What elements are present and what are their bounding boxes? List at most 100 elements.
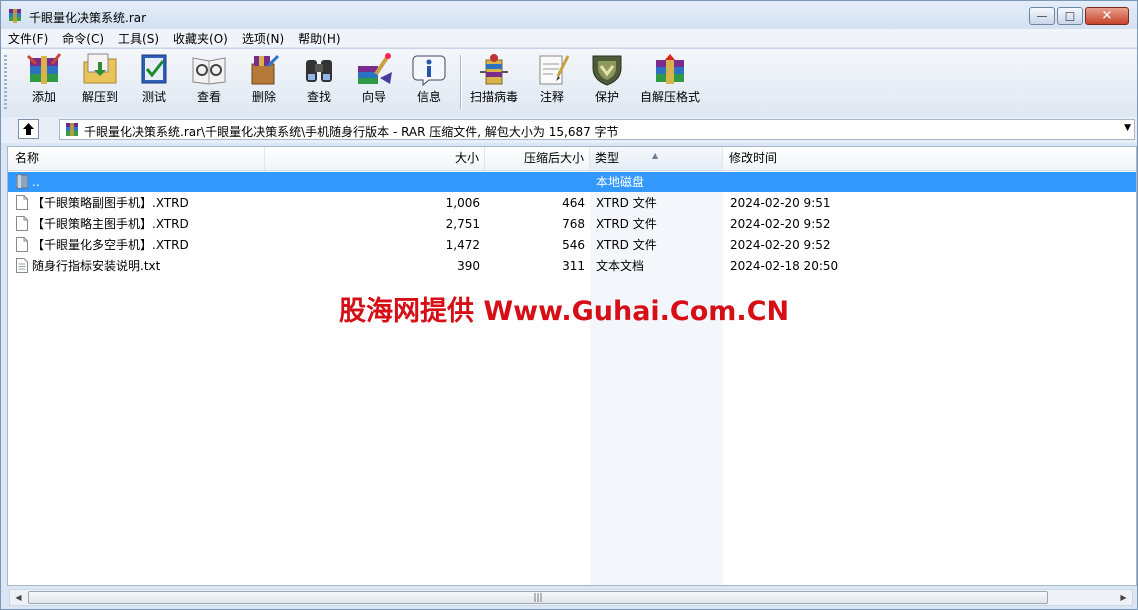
- row-modified: 2024-02-20 9:52: [730, 217, 831, 231]
- row-name: 随身行指标安装说明.txt: [32, 259, 161, 273]
- arrow-left-icon: ◀: [15, 593, 22, 602]
- menu-tools[interactable]: 工具(S): [111, 30, 166, 47]
- column-type[interactable]: 类型 ▲: [590, 147, 723, 170]
- text-file-icon: [16, 258, 28, 273]
- dropdown-arrow-icon[interactable]: ▼: [1124, 123, 1131, 133]
- delete-icon: [251, 54, 280, 85]
- close-button[interactable]: ✕: [1085, 7, 1129, 25]
- row-size: [265, 172, 480, 192]
- menu-bar: 文件(F) 命令(C) 工具(S) 收藏夹(O) 选项(N) 帮助(H): [1, 29, 1137, 47]
- add-label: 添加: [31, 90, 56, 104]
- row-packed: 464: [562, 196, 585, 210]
- menu-file[interactable]: 文件(F): [1, 30, 55, 47]
- address-bar: 千眼量化决策系统.rar\千眼量化决策系统\手机随身行版本 - RAR 压缩文件…: [1, 117, 1137, 143]
- title-bar[interactable]: 千眼量化决策系统.rar — □ ✕: [1, 1, 1137, 31]
- info-label: 信息: [416, 90, 441, 104]
- comment-label: 注释: [539, 90, 564, 104]
- table-row[interactable]: 【千眼策略副图手机】.XTRD 1,006 464 XTRD 文件 2024-0…: [8, 193, 1136, 213]
- column-size[interactable]: 大小: [265, 147, 485, 170]
- view-button[interactable]: 查看: [182, 52, 236, 112]
- row-modified: 2024-02-18 20:50: [730, 259, 839, 273]
- comment-icon: [539, 55, 570, 85]
- row-type: 文本文档: [596, 259, 645, 273]
- protect-label: 保护: [594, 90, 619, 104]
- row-size: 1,006: [445, 196, 480, 210]
- winrar-window: 千眼量化决策系统.rar — □ ✕ 文件(F) 命令(C) 工具(S) 收藏夹…: [0, 0, 1138, 610]
- row-packed: [485, 172, 585, 192]
- rar-archive-icon: [66, 123, 78, 136]
- toolbar-grip[interactable]: [4, 55, 7, 109]
- minimize-icon: —: [1036, 9, 1048, 23]
- winrar-app-icon: [9, 9, 21, 23]
- add-archive-icon: [26, 53, 62, 84]
- file-icon: [16, 195, 28, 210]
- maximize-button[interactable]: □: [1057, 7, 1083, 25]
- test-icon: [141, 54, 167, 84]
- row-modified: 2024-02-20 9:52: [730, 238, 831, 252]
- wizard-label: 向导: [361, 90, 386, 104]
- scroll-right-button[interactable]: ▶: [1115, 590, 1132, 605]
- test-button[interactable]: 测试: [127, 52, 181, 112]
- extract-to-label: 解压到: [81, 90, 118, 104]
- view-icon: [192, 57, 226, 85]
- menu-help[interactable]: 帮助(H): [291, 30, 347, 47]
- sfx-label: 自解压格式: [639, 90, 700, 104]
- row-size: 1,472: [445, 238, 480, 252]
- virus-scan-icon: [480, 54, 508, 85]
- row-name: ..: [32, 175, 40, 189]
- column-name[interactable]: 名称: [8, 147, 265, 170]
- virus-scan-button[interactable]: 扫描病毒: [467, 52, 521, 112]
- sort-ascending-icon: ▲: [652, 151, 659, 160]
- column-modified[interactable]: 修改时间: [723, 147, 1136, 170]
- row-name: 【千眼策略副图手机】.XTRD: [32, 196, 189, 210]
- extract-to-button[interactable]: 解压到: [73, 52, 127, 112]
- protect-button[interactable]: 保护: [580, 52, 634, 112]
- extract-to-icon: [83, 53, 117, 84]
- up-folder-button[interactable]: [18, 119, 39, 139]
- toolbar-separator: [460, 55, 462, 109]
- row-packed: 768: [562, 217, 585, 231]
- close-icon: ✕: [1101, 8, 1113, 24]
- info-button[interactable]: 信息: [402, 52, 456, 112]
- sfx-button[interactable]: 自解压格式: [635, 52, 705, 112]
- wizard-button[interactable]: 向导: [347, 52, 401, 112]
- grip-icon: |||: [533, 593, 543, 603]
- row-modified: 2024-02-20 9:51: [730, 196, 831, 210]
- menu-favorites[interactable]: 收藏夹(O): [166, 30, 235, 47]
- table-row[interactable]: 【千眼量化多空手机】.XTRD 1,472 546 XTRD 文件 2024-0…: [8, 235, 1136, 255]
- file-icon: [16, 237, 28, 252]
- window-controls: — □ ✕: [1027, 7, 1129, 25]
- up-folder-icon: [23, 123, 34, 135]
- info-icon: [412, 55, 446, 86]
- row-type: 本地磁盘: [596, 175, 645, 189]
- column-name-label: 名称: [15, 151, 40, 165]
- table-row[interactable]: 【千眼策略主图手机】.XTRD 2,751 768 XTRD 文件 2024-0…: [8, 214, 1136, 234]
- path-combobox[interactable]: 千眼量化决策系统.rar\千眼量化决策系统\手机随身行版本 - RAR 压缩文件…: [59, 119, 1135, 140]
- menu-options[interactable]: 选项(N): [235, 30, 291, 47]
- find-icon: [306, 60, 332, 82]
- row-name: 【千眼策略主图手机】.XTRD: [32, 217, 189, 231]
- horizontal-scrollbar[interactable]: ◀ ||| ▶: [9, 589, 1133, 606]
- row-type: XTRD 文件: [596, 238, 657, 252]
- column-modified-label: 修改时间: [729, 151, 778, 165]
- file-list[interactable]: 名称 大小 压缩后大小 类型 ▲ 修改时间 .. 本地磁盘 【千眼策略副图手机】…: [7, 146, 1137, 586]
- arrow-right-icon: ▶: [1120, 593, 1127, 602]
- window-title: 千眼量化决策系统.rar: [29, 11, 147, 25]
- row-size: 390: [457, 259, 480, 273]
- scrollbar-thumb[interactable]: |||: [28, 591, 1048, 604]
- row-type: XTRD 文件: [596, 196, 657, 210]
- table-row-parent[interactable]: .. 本地磁盘: [8, 172, 1136, 192]
- scroll-left-button[interactable]: ◀: [10, 590, 27, 605]
- minimize-button[interactable]: —: [1029, 7, 1055, 25]
- comment-button[interactable]: 注释: [525, 52, 579, 112]
- virus-scan-label: 扫描病毒: [469, 90, 518, 104]
- column-packed[interactable]: 压缩后大小: [485, 147, 590, 170]
- row-size: 2,751: [445, 217, 480, 231]
- parent-folder-icon: [16, 174, 28, 189]
- table-row[interactable]: 随身行指标安装说明.txt 390 311 文本文档 2024-02-18 20…: [8, 256, 1136, 276]
- menu-commands[interactable]: 命令(C): [55, 30, 111, 47]
- row-packed: 311: [562, 259, 585, 273]
- add-button[interactable]: 添加: [17, 52, 71, 112]
- delete-button[interactable]: 删除: [237, 52, 291, 112]
- find-button[interactable]: 查找: [292, 52, 346, 112]
